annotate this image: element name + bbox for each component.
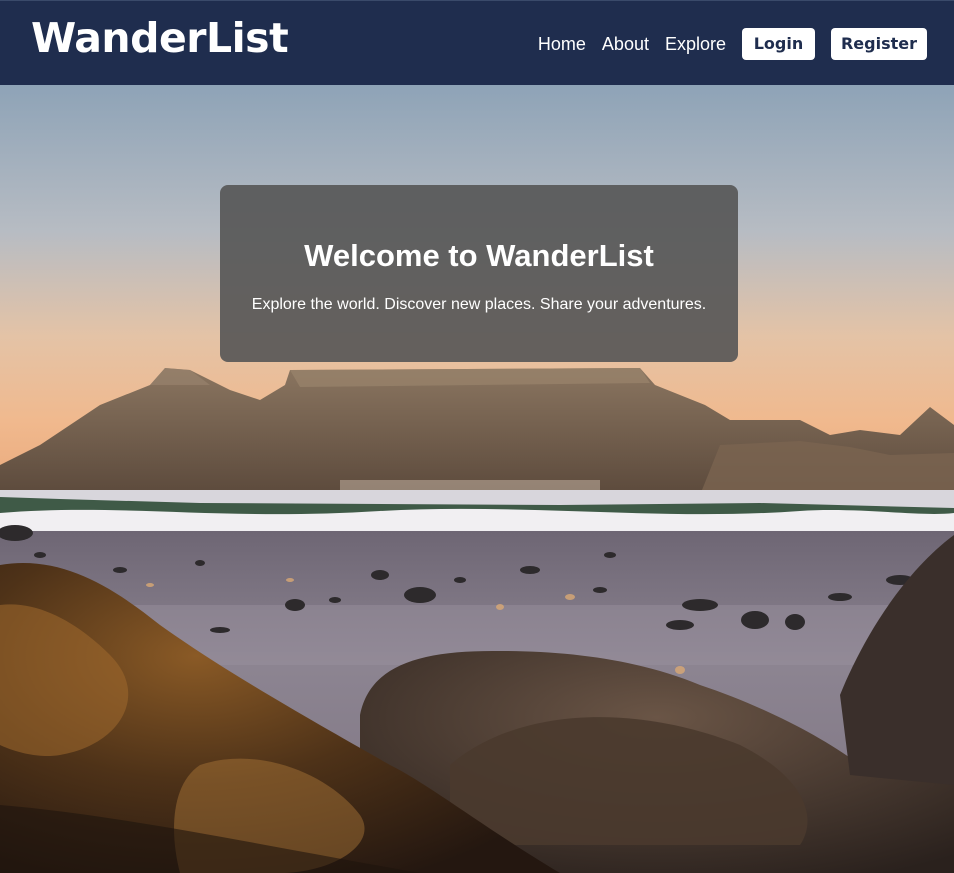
page: WanderList Home About Explore Login Regi…	[0, 0, 954, 873]
nav-link-about[interactable]: About	[602, 28, 649, 60]
login-button[interactable]: Login	[742, 28, 815, 60]
brand-logo[interactable]: WanderList	[31, 18, 289, 59]
nav-link-home[interactable]: Home	[538, 28, 586, 60]
register-button[interactable]: Register	[831, 28, 927, 60]
navbar: WanderList Home About Explore Login Regi…	[0, 0, 954, 85]
nav-links: Home About Explore Login Register	[538, 28, 927, 60]
nav-link-explore[interactable]: Explore	[665, 28, 726, 60]
welcome-subtitle: Explore the world. Discover new places. …	[251, 296, 707, 313]
welcome-title: Welcome to WanderList	[304, 238, 654, 273]
hero-section: Welcome to WanderList Explore the world.…	[0, 85, 954, 873]
welcome-card: Welcome to WanderList Explore the world.…	[220, 185, 738, 362]
